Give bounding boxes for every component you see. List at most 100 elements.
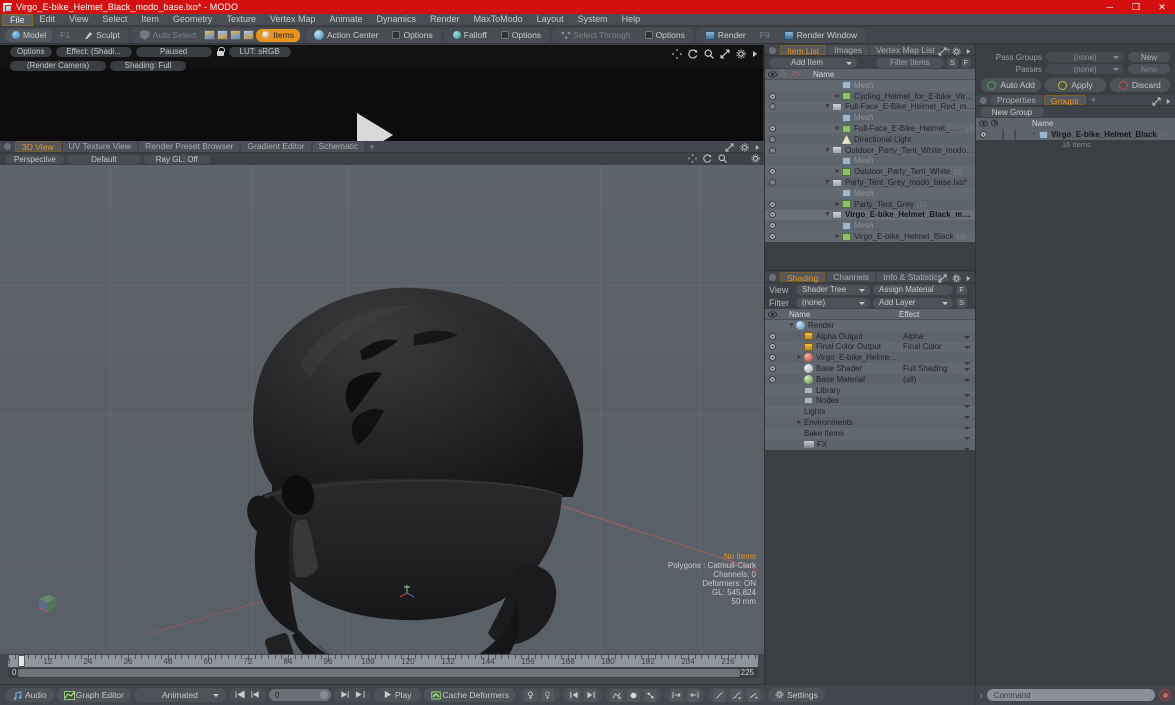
item-list-gear-icon[interactable] — [952, 47, 961, 58]
chevron-down-icon-effect[interactable] — [964, 437, 970, 440]
chevron-down-icon-effect[interactable] — [964, 427, 970, 430]
menu-maxtomodo[interactable]: MaxToModo — [467, 14, 530, 25]
shader-tree-row[interactable]: Library — [765, 385, 975, 396]
3d-viewport[interactable]: THEB=AM — [0, 165, 764, 654]
shader-effect-cell[interactable]: Final Color — [899, 342, 975, 351]
animated-dropdown[interactable]: Animated — [134, 688, 226, 702]
play-button[interactable]: Play — [374, 688, 421, 702]
menu-render[interactable]: Render — [423, 14, 467, 25]
record-icon[interactable] — [627, 689, 640, 702]
chevron-down-icon-effect[interactable] — [964, 448, 970, 451]
shader-tree-row[interactable]: Lights — [765, 406, 975, 417]
menu-texture[interactable]: Texture — [219, 14, 263, 25]
falloff-options-button[interactable]: Options — [495, 29, 547, 42]
visibility-toggle[interactable] — [765, 136, 779, 143]
groups-add-tab[interactable]: + — [1088, 95, 1099, 105]
filter-items-input[interactable]: Filter Items — [876, 58, 945, 68]
shader-effect-cell[interactable]: Alpha — [899, 332, 975, 341]
visibility-toggle[interactable] — [765, 147, 779, 154]
last-frame-icon[interactable] — [355, 690, 365, 701]
tree-expand-caret[interactable]: - — [795, 333, 804, 340]
materials-mode-icon[interactable] — [243, 30, 254, 40]
next-frame-icon[interactable] — [340, 690, 350, 701]
item-list-row[interactable]: ▼Virgo_E-bike_Helmet_Black_modo... — [765, 210, 975, 221]
current-frame-input[interactable]: 0 — [269, 689, 331, 701]
shader-visibility-toggle[interactable] — [765, 333, 779, 340]
tree-expand-caret[interactable]: ▼ — [823, 211, 832, 218]
tree-expand-caret[interactable]: ► — [833, 168, 842, 175]
visibility-toggle[interactable] — [765, 211, 779, 218]
shader-visibility-toggle[interactable] — [765, 365, 779, 372]
panel-menu-icon[interactable] — [752, 49, 758, 61]
visibility-toggle[interactable] — [765, 93, 779, 100]
timeline[interactable]: 0122436486072849610812013214415616818019… — [0, 654, 764, 684]
menu-edit[interactable]: Edit — [33, 14, 63, 25]
new-group-button[interactable]: New Group — [980, 107, 1044, 117]
auto-add-button[interactable]: Auto Add — [981, 78, 1041, 92]
preview-paused-button[interactable]: Paused — [136, 47, 212, 57]
viewport-settings-gear-icon[interactable] — [751, 154, 760, 165]
shader-tree-row[interactable]: ▼Render — [765, 320, 975, 331]
curve-icon[interactable] — [713, 689, 726, 702]
shader-tree-row[interactable]: Nodes — [765, 396, 975, 407]
tree-expand-caret[interactable]: ▼ — [823, 103, 832, 110]
visibility-toggle[interactable] — [765, 103, 779, 110]
tab-vertex-map-list[interactable]: Vertex Map List — [870, 45, 941, 55]
tab-3d-view[interactable]: 3D View — [15, 141, 61, 152]
pass-groups-dropdown[interactable]: (none) — [1046, 52, 1124, 62]
tab-uv-texture-view[interactable]: UV Texture View — [63, 141, 138, 152]
raygl-toggle[interactable]: Ray GL: Off — [144, 155, 210, 164]
shading-menu-icon[interactable] — [966, 274, 971, 285]
tree-expand-caret[interactable]: ▼ — [787, 322, 796, 329]
key-prev-icon[interactable] — [567, 689, 580, 702]
menu-help[interactable]: Help — [615, 14, 648, 25]
visibility-toggle[interactable] — [765, 168, 779, 175]
item-list-row[interactable]: ►Full-Face_E-Bike_Helmet_Red(2) — [765, 123, 975, 134]
chevron-down-icon-effect[interactable] — [964, 336, 970, 339]
shading-gear-icon[interactable] — [952, 274, 961, 285]
shader-tree-row[interactable]: -Final Color OutputFinal Color — [765, 342, 975, 353]
action-center-options-button[interactable]: Options — [386, 29, 438, 42]
viewport-rotate-icon[interactable] — [703, 154, 712, 165]
timeline-ruler[interactable]: 0122436486072849610812013214415616818019… — [8, 655, 758, 667]
first-frame-icon[interactable] — [235, 690, 245, 701]
item-list-row[interactable]: Mesh — [765, 80, 975, 91]
chevron-down-icon-effect[interactable] — [964, 379, 970, 382]
curve-add-icon[interactable] — [747, 689, 760, 702]
timeline-scroll-thumb[interactable] — [18, 669, 740, 677]
group-row-menu[interactable]: ··· — [1161, 130, 1169, 139]
shading-filter-dropdown[interactable]: (none) — [796, 298, 870, 308]
item-list-f-button[interactable]: F — [961, 58, 971, 68]
timeline-scroll-strip[interactable] — [8, 668, 758, 678]
chevron-down-icon-effect[interactable] — [964, 394, 970, 397]
shader-tree-row[interactable]: ►Environments — [765, 417, 975, 428]
tree-expand-caret[interactable]: ► — [833, 201, 842, 208]
discard-button[interactable]: Discard — [1110, 78, 1170, 92]
range-start-icon[interactable] — [670, 689, 683, 702]
link-icon[interactable] — [644, 689, 657, 702]
shading-s-button[interactable]: S — [956, 298, 967, 308]
shader-tree-row[interactable]: -Base ShaderFull Shading — [765, 363, 975, 374]
render-preview-pane[interactable]: Options Effect: (Shadi... Paused LUT: sR… — [0, 45, 764, 141]
menu-geometry[interactable]: Geometry — [166, 14, 220, 25]
tree-expand-caret[interactable]: ► — [833, 233, 842, 240]
cache-deformers-button[interactable]: Cache Deformers — [424, 688, 517, 702]
menu-dynamics[interactable]: Dynamics — [370, 14, 424, 25]
item-list-row[interactable]: ►Outdoor_Party_Tent_White(2) — [765, 166, 975, 177]
tab-item-list[interactable]: Item List — [780, 45, 826, 55]
shader-visibility-toggle[interactable] — [765, 354, 779, 361]
item-list-pin-icon[interactable] — [769, 47, 776, 54]
audio-button[interactable]: Audio — [6, 688, 54, 702]
items-mode-button[interactable]: Items — [256, 29, 300, 42]
shader-tree[interactable]: ▼Render-Alpha OutputAlpha-Final Color Ou… — [765, 320, 975, 450]
menu-view[interactable]: View — [62, 14, 95, 25]
tab-properties[interactable]: Properties — [991, 95, 1042, 105]
preview-camera-dropdown[interactable]: (Render Camera) — [10, 61, 106, 71]
add-tab-button[interactable]: + — [366, 142, 377, 152]
item-list-row[interactable]: ▼Party_Tent_Grey_modo_base.lxo* — [765, 177, 975, 188]
auto-select-button[interactable]: Auto Select — [134, 29, 202, 42]
tab-images[interactable]: Images — [828, 45, 868, 55]
action-center-button[interactable]: Action Center — [308, 29, 385, 42]
shading-pin-icon[interactable] — [769, 274, 776, 281]
frame-scrub-handle[interactable] — [320, 691, 328, 699]
